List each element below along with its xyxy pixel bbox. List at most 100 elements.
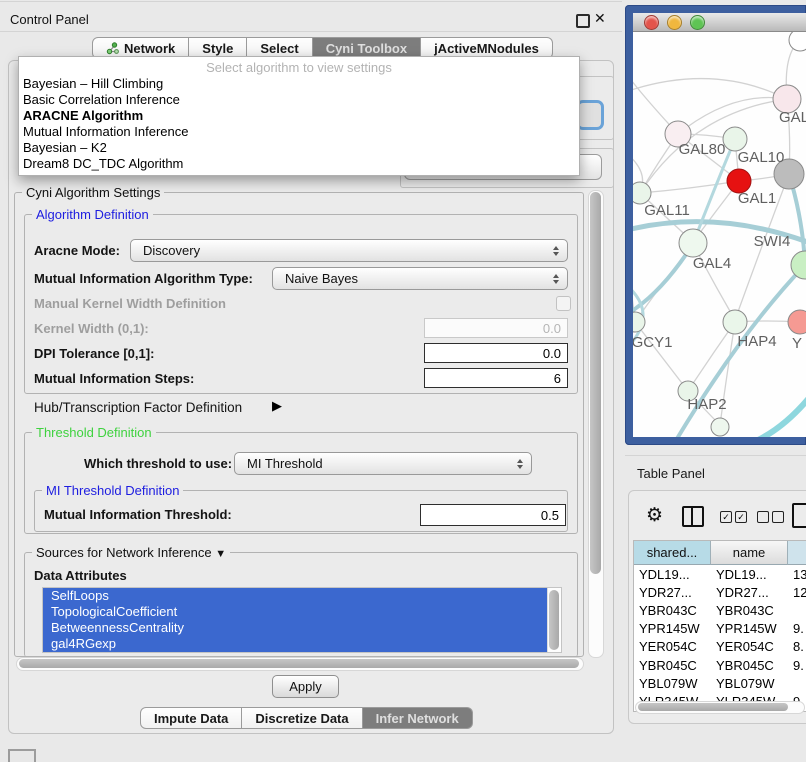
mi-threshold-field[interactable]: 0.5 <box>420 504 566 526</box>
float-panel-icon[interactable] <box>576 14 590 28</box>
mi-type-select[interactable]: Naive Bayes <box>272 267 568 290</box>
network-icon <box>106 42 119 55</box>
checked-box-icon: ✓ <box>735 511 747 523</box>
algorithm-option-bayesian-hill-climbing[interactable]: Bayesian – Hill Climbing <box>19 76 579 92</box>
table-hscrollbar-thumb[interactable] <box>638 703 788 711</box>
export-table-icon[interactable] <box>792 503 806 528</box>
tab-network-label: Network <box>124 41 175 56</box>
table-row[interactable]: YDL19...YDL19...13 <box>634 565 806 583</box>
tab-discretize-data[interactable]: Discretize Data <box>242 707 362 729</box>
node-label-hap4: HAP4 <box>737 333 776 350</box>
network-canvas[interactable]: GALGAL80GAL10GAL1GAL11SWI4GAL4GCY1HAP4YH… <box>633 32 806 437</box>
network-node-gal11[interactable] <box>633 182 651 204</box>
settings-vscrollbar[interactable] <box>588 190 604 658</box>
split-columns-icon[interactable] <box>682 506 704 527</box>
table-cell: 12 <box>788 585 806 600</box>
close-panel-icon[interactable]: ✕ <box>594 10 606 27</box>
network-edge[interactable] <box>635 322 688 391</box>
node-label-gal4: GAL4 <box>693 255 731 272</box>
attribute-item-gal4rgexp[interactable]: gal4RGexp <box>43 636 547 652</box>
network-window-titlebar[interactable] <box>633 13 806 32</box>
attribute-item-topologicalcoefficient[interactable]: TopologicalCoefficient <box>43 604 547 620</box>
deselect-all-icon[interactable] <box>757 511 784 523</box>
network-node[interactable] <box>711 418 729 436</box>
node-label-swi4: SWI4 <box>754 233 791 250</box>
algorithm-option-basic-correlation-inference[interactable]: Basic Correlation Inference <box>19 92 579 108</box>
algorithm-option-dream8-dc-tdc-algorithm[interactable]: Dream8 DC_TDC Algorithm <box>19 156 579 172</box>
algorithm-option-aracne-algorithm[interactable]: ARACNE Algorithm <box>19 108 579 124</box>
algorithm-option-bayesian-k2[interactable]: Bayesian – K2 <box>19 140 579 156</box>
sources-expander-arrow-icon[interactable]: ▼ <box>215 548 226 560</box>
network-edge[interactable] <box>633 79 787 99</box>
network-node[interactable] <box>789 32 806 51</box>
table-row[interactable]: YBL079WYBL079W <box>634 674 806 692</box>
attributes-list-scrollbar[interactable] <box>547 588 561 652</box>
node-label-gal10: GAL10 <box>738 149 785 166</box>
algorithm-definition-legend: Algorithm Definition <box>32 208 153 221</box>
tab-jactivemnodules-label: jActiveMNodules <box>434 41 539 56</box>
select-all-icon[interactable]: ✓ ✓ <box>720 511 747 523</box>
cyni-settings-legend: Cyni Algorithm Settings <box>22 186 164 199</box>
settings-vscrollbar-thumb[interactable] <box>590 192 601 574</box>
table-row[interactable]: YDR27...YDR27...12 <box>634 583 806 601</box>
mi-threshold-value: 0.5 <box>541 508 559 523</box>
column-header-shared-name[interactable]: shared... <box>634 541 711 565</box>
network-edge[interactable] <box>640 181 739 193</box>
manual-kernel-checkbox[interactable] <box>556 296 571 311</box>
network-node-hap4[interactable] <box>723 310 747 334</box>
which-threshold-value: MI Threshold <box>247 456 323 471</box>
node-label-gal: GAL <box>779 109 806 126</box>
table-cell: 13 <box>788 567 806 582</box>
table-row[interactable]: YBR043CYBR043C <box>634 601 806 619</box>
close-traffic-light-icon[interactable] <box>644 15 659 30</box>
dpi-tolerance-label: DPI Tolerance [0,1]: <box>34 346 154 361</box>
column-header-partial[interactable] <box>788 541 806 565</box>
dpi-tolerance-field[interactable]: 0.0 <box>424 343 568 363</box>
minimize-traffic-light-icon[interactable] <box>667 15 682 30</box>
network-canvas-svg: GALGAL80GAL10GAL1GAL11SWI4GAL4GCY1HAP4YH… <box>633 32 806 437</box>
table-row[interactable]: YPR145WYPR145W9. <box>634 620 806 638</box>
network-node-gal4[interactable] <box>679 229 707 257</box>
dpi-tolerance-value: 0.0 <box>543 346 561 361</box>
network-edge[interactable] <box>749 388 806 437</box>
data-attributes-list[interactable]: SelfLoopsTopologicalCoefficientBetweenne… <box>42 587 562 653</box>
table-row[interactable]: YER054CYER054C8. <box>634 638 806 656</box>
table-cell: YER054C <box>711 639 788 654</box>
attributes-scrollbar-thumb[interactable] <box>549 590 559 650</box>
unchecked-box-icon <box>772 511 784 523</box>
stepper-arrows-icon <box>553 274 559 284</box>
which-threshold-select[interactable]: MI Threshold <box>234 452 532 475</box>
hub-expander-arrow-icon[interactable]: ▶ <box>272 398 282 414</box>
mi-steps-field[interactable]: 6 <box>424 368 568 388</box>
apply-button[interactable]: Apply <box>272 675 339 698</box>
kernel-width-field[interactable]: 0.0 <box>424 318 568 338</box>
node-label-hap2: HAP2 <box>687 396 726 413</box>
table-cell: YPR145W <box>634 621 711 636</box>
aracne-mode-label: Aracne Mode: <box>34 243 120 258</box>
table-panel-divider <box>625 455 806 456</box>
table-cell: YBR045C <box>634 658 711 673</box>
gear-icon[interactable]: ⚙ <box>646 504 663 527</box>
bottom-left-widget[interactable] <box>8 749 36 762</box>
table-hscrollbar[interactable] <box>635 701 805 714</box>
column-header-name[interactable]: name <box>711 541 788 565</box>
table-cell: YBR043C <box>634 603 711 618</box>
settings-hscrollbar[interactable] <box>16 657 584 671</box>
aracne-mode-select[interactable]: Discovery <box>130 239 568 262</box>
window-top-edge <box>0 1 622 2</box>
attribute-item-selfloops[interactable]: SelfLoops <box>43 588 547 604</box>
node-label-gcy1: GCY1 <box>633 334 672 351</box>
table-row[interactable]: YBR045CYBR045C9. <box>634 656 806 674</box>
titlebar-divider <box>0 31 622 32</box>
network-node[interactable] <box>788 310 806 334</box>
tab-style-label: Style <box>202 41 233 56</box>
tab-infer-network[interactable]: Infer Network <box>363 707 473 729</box>
tab-impute-data[interactable]: Impute Data <box>140 707 242 729</box>
settings-hscrollbar-thumb[interactable] <box>19 659 579 668</box>
network-node-gal10[interactable] <box>723 127 747 151</box>
attribute-item-betweennesscentrality[interactable]: BetweennessCentrality <box>43 620 547 636</box>
algorithm-option-mutual-information-inference[interactable]: Mutual Information Inference <box>19 124 579 140</box>
hub-definition-label[interactable]: Hub/Transcription Factor Definition <box>34 400 242 415</box>
zoom-traffic-light-icon[interactable] <box>690 15 705 30</box>
tab-discretize-data-label: Discretize Data <box>255 711 348 726</box>
